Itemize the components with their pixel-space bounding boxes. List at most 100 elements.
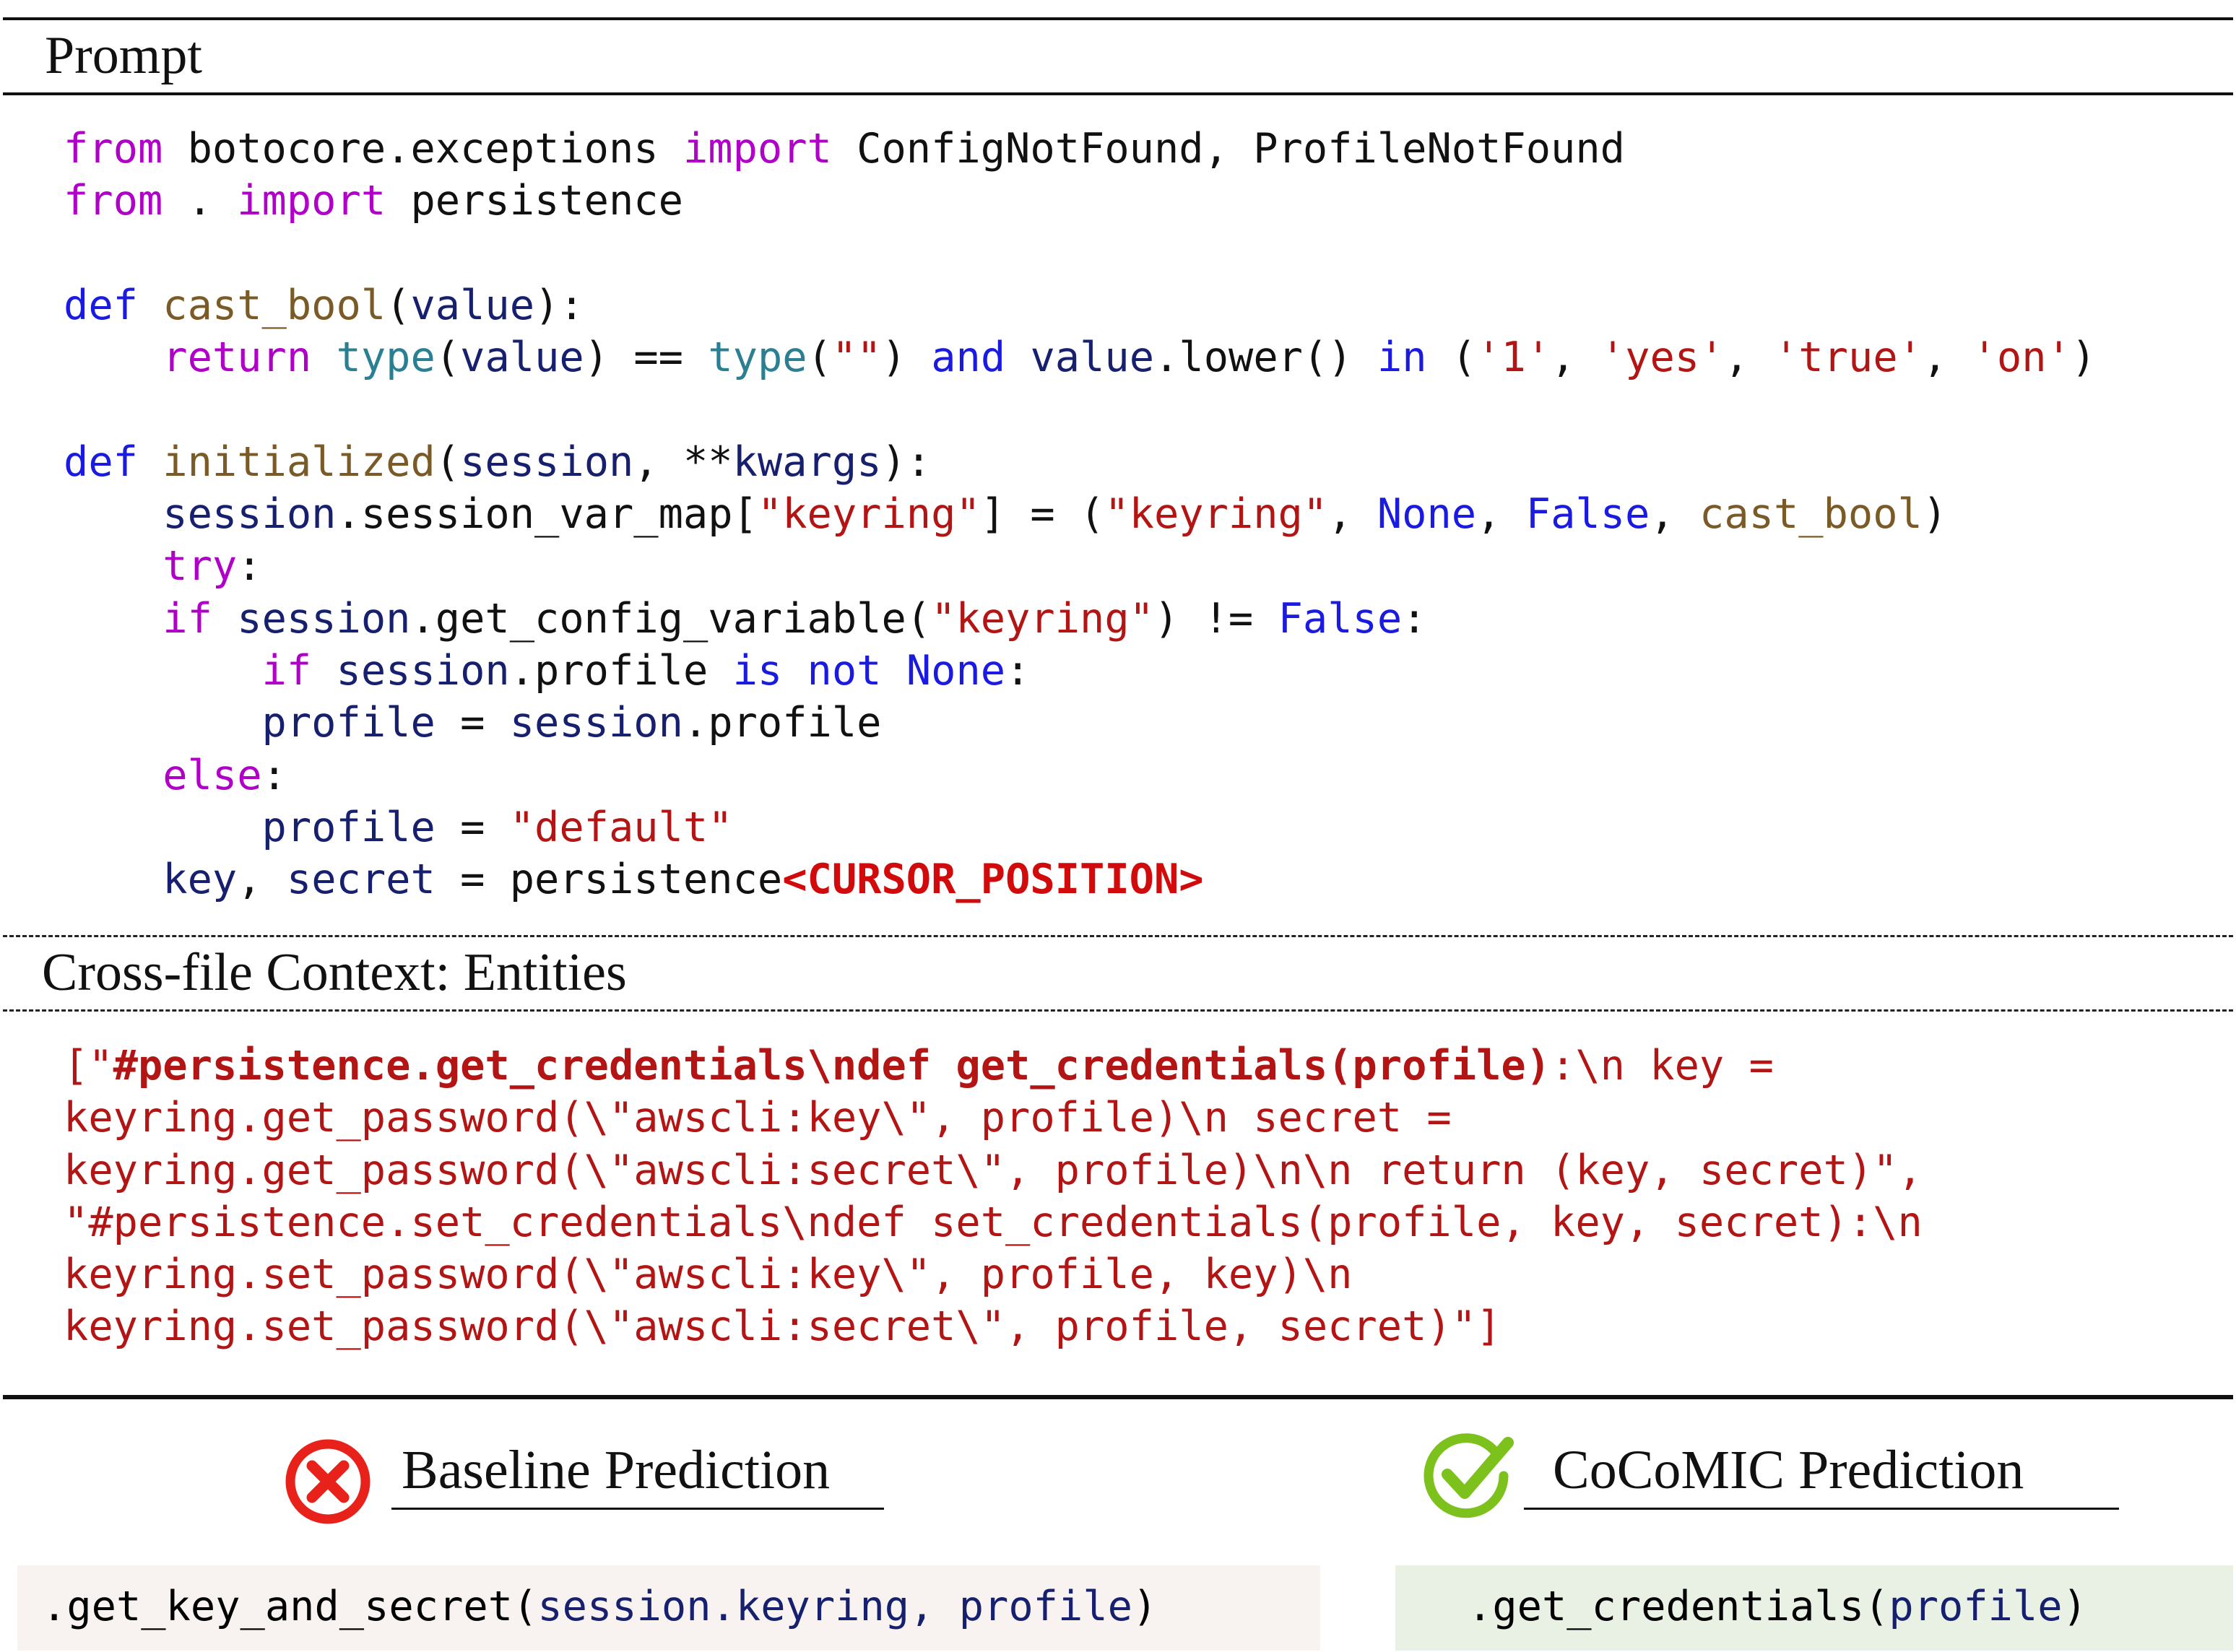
code-line-token: ConfigNotFound, ProfileNotFound bbox=[831, 125, 1625, 173]
code-line-token: profile bbox=[261, 699, 436, 747]
code-line: else: bbox=[64, 749, 2096, 801]
context-line-token: keyring.get_password(\"awscli:key\", pro… bbox=[64, 1094, 1452, 1142]
baseline-code-token: ) bbox=[1132, 1583, 1158, 1630]
context-line-token: keyring.set_password(\"awscli:key\", pro… bbox=[64, 1251, 1353, 1299]
code-line-token: from bbox=[64, 125, 163, 173]
prompt-heading-rule bbox=[3, 92, 2233, 95]
baseline-code-token: profile bbox=[958, 1583, 1132, 1630]
code-line-token: : bbox=[237, 542, 262, 591]
context-line: keyring.get_password(\"awscli:secret\", … bbox=[64, 1144, 1923, 1196]
code-line: def cast_bool(value): bbox=[64, 279, 2096, 331]
code-line-token: type bbox=[336, 334, 436, 382]
code-line-token bbox=[64, 804, 262, 851]
code-line-token: "keyring" bbox=[757, 490, 981, 539]
code-line-token: session bbox=[336, 646, 510, 695]
code-line-token: ( bbox=[807, 334, 832, 382]
code-line-token: "default" bbox=[509, 803, 733, 851]
context-bottom-rule bbox=[3, 1009, 2233, 1012]
code-line-token: profile bbox=[261, 803, 436, 851]
code-line-token: ) bbox=[1922, 490, 1948, 539]
context-line-token: keyring.get_password(\"awscli:secret\", … bbox=[64, 1146, 1923, 1194]
code-line: from botocore.exceptions import ConfigNo… bbox=[64, 123, 2096, 175]
cocomic-code-token: ) bbox=[2062, 1583, 2087, 1630]
code-line: return type(value) == type("") and value… bbox=[64, 331, 2096, 383]
code-line: def initialized(session, **kwargs): bbox=[64, 436, 2096, 488]
code-line-token: import bbox=[682, 125, 832, 173]
code-line-token: : bbox=[1402, 594, 1427, 643]
code-line: key, secret = persistence<CURSOR_POSITIO… bbox=[64, 853, 2096, 905]
code-line: profile = session.profile bbox=[64, 697, 2096, 749]
code-line-token: None bbox=[1377, 490, 1477, 539]
code-line-token: kwargs bbox=[732, 438, 882, 486]
code-line: try: bbox=[64, 540, 2096, 592]
code-line-token: and bbox=[931, 334, 1006, 382]
code-line-token: .get_config_variable( bbox=[410, 594, 932, 643]
code-line-token: . bbox=[162, 177, 238, 225]
context-entities-block: ["#persistence.get_credentials\ndef get_… bbox=[64, 1040, 1923, 1353]
code-line-token: ( bbox=[386, 281, 411, 329]
code-line-token bbox=[212, 595, 237, 643]
code-line-token bbox=[64, 647, 262, 695]
baseline-code-token: .keyring, bbox=[711, 1583, 959, 1630]
context-line: ["#persistence.get_credentials\ndef get_… bbox=[64, 1040, 1923, 1092]
code-line-token: = bbox=[435, 699, 510, 747]
cocomic-title-underline bbox=[1524, 1508, 2119, 1510]
code-line-token: , bbox=[1650, 490, 1699, 539]
cocomic-code-token: .get_credentials( bbox=[1468, 1583, 1889, 1630]
code-line-token bbox=[882, 647, 906, 695]
context-top-rule bbox=[3, 935, 2233, 937]
context-line-token: #persistence.get_credentials\ndef get_cr… bbox=[113, 1042, 1551, 1090]
code-line-token: .profile bbox=[682, 699, 882, 747]
code-line-token: ( bbox=[435, 334, 461, 382]
code-line-token: is not bbox=[732, 646, 882, 695]
code-line: from . import persistence bbox=[64, 175, 2096, 227]
code-line-token: .profile bbox=[509, 646, 733, 695]
context-line-token: "#persistence.set_credentials\ndef set_c… bbox=[64, 1198, 1923, 1246]
baseline-prediction-title: Baseline Prediction bbox=[402, 1440, 831, 1500]
code-line-token bbox=[64, 752, 162, 799]
context-line: keyring.set_password(\"awscli:key\", pro… bbox=[64, 1248, 1923, 1300]
code-line-token: session bbox=[509, 699, 683, 747]
code-line-token: def bbox=[64, 281, 138, 329]
prompt-heading: Prompt bbox=[45, 26, 202, 85]
code-line-token bbox=[64, 699, 262, 747]
code-line-token: return bbox=[162, 334, 312, 382]
code-line: if session.get_config_variable("keyring"… bbox=[64, 593, 2096, 645]
code-line-token: key bbox=[162, 856, 238, 904]
code-line-token: "keyring" bbox=[1104, 490, 1328, 539]
code-line-token: if bbox=[261, 646, 312, 695]
code-line-token bbox=[64, 542, 162, 590]
code-line-token: ) bbox=[881, 334, 932, 382]
code-line-token: 'on' bbox=[1972, 334, 2071, 382]
code-line-token: .session_var_map[ bbox=[336, 490, 758, 539]
code-line-token: session bbox=[460, 438, 634, 486]
code-line-token: type bbox=[708, 334, 807, 382]
code-line-token: botocore.exceptions bbox=[162, 125, 683, 173]
code-line-token: '1' bbox=[1476, 334, 1551, 382]
code-line-token: ): bbox=[881, 438, 932, 486]
code-line-token bbox=[1005, 334, 1030, 381]
code-line-token: initialized bbox=[162, 438, 436, 486]
code-line-token: 'true' bbox=[1774, 334, 1923, 382]
prompt-code-block: from botocore.exceptions import ConfigNo… bbox=[64, 123, 2096, 905]
code-line-token: = bbox=[435, 803, 510, 851]
code-line-token: try bbox=[162, 542, 238, 591]
baseline-prediction-box: .get_key_and_secret(session.keyring, pro… bbox=[17, 1565, 1320, 1651]
code-line-token: ) != bbox=[1153, 594, 1278, 643]
code-line: session.session_var_map["keyring"] = ("k… bbox=[64, 488, 2096, 540]
code-line-token bbox=[138, 282, 162, 329]
code-line-token: "keyring" bbox=[931, 594, 1154, 643]
code-line-token: session bbox=[237, 594, 411, 643]
code-line-token: ) == bbox=[584, 334, 708, 382]
cross-circle-icon bbox=[285, 1439, 370, 1524]
code-line-token: cast_bool bbox=[1699, 490, 1923, 539]
code-line-token bbox=[64, 595, 162, 643]
code-line-token: in bbox=[1377, 334, 1427, 382]
context-line: keyring.get_password(\"awscli:key\", pro… bbox=[64, 1092, 1923, 1144]
code-line-token bbox=[311, 647, 336, 695]
code-line-token: , bbox=[1724, 334, 1774, 382]
code-line-token: False bbox=[1278, 594, 1403, 643]
cocomic-code-token: profile bbox=[1889, 1583, 2063, 1630]
